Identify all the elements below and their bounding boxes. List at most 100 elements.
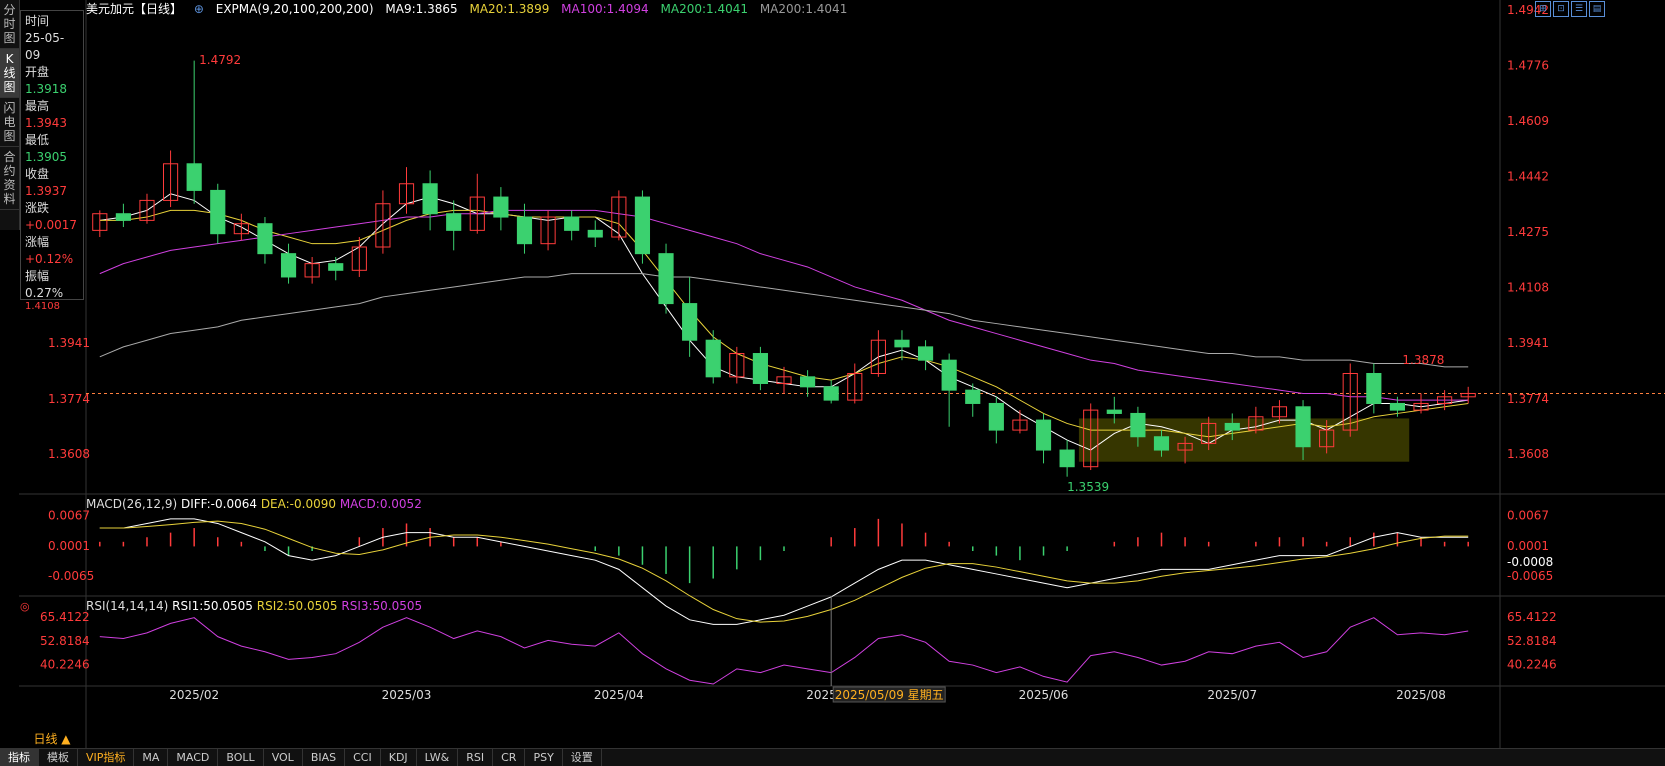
ma200-label-2: MA200:1.4041: [759, 2, 848, 16]
pct-value: +0.12%: [25, 252, 74, 266]
candle-body: [1224, 422, 1240, 431]
candle-body: [516, 216, 533, 245]
candle-body: [941, 359, 957, 391]
macd-tick: -0.0065: [1507, 569, 1553, 583]
indicator-tab-5[interactable]: BOLL: [218, 749, 264, 766]
macd-tick-left: 0.0001: [48, 539, 90, 553]
ma9-label: MA9:1.3865: [385, 2, 458, 16]
indicator-tab-7[interactable]: BIAS: [303, 749, 346, 766]
rsi-tick-left: 52.8184: [40, 634, 90, 648]
ma9-line: [99, 193, 1469, 451]
close-label: 收盘: [25, 167, 50, 181]
chart-canvas[interactable]: 1.49421.47761.46091.44421.42751.41081.39…: [0, 0, 1665, 765]
rsi-title: RSI(14,14,14): [86, 599, 169, 613]
price-tick: 1.4609: [1507, 114, 1549, 128]
candle-body: [328, 263, 344, 271]
indicator-tab-12[interactable]: CR: [493, 749, 526, 766]
indicator-tab-9[interactable]: KDJ: [381, 749, 417, 766]
change-label: 涨跌: [25, 201, 50, 215]
candle-body: [752, 353, 768, 384]
expma-label: EXPMA(9,20,100,200,200): [215, 2, 374, 16]
x-axis-label: 2025/03: [382, 688, 432, 702]
indicator-tab-10[interactable]: LW&: [417, 749, 459, 766]
candle-body: [894, 339, 910, 348]
macd-title: MACD(26,12,9): [86, 497, 178, 511]
low-value: 1.3905: [25, 150, 67, 164]
window-controls: ⊞ ⊡ ☰ ▤: [1535, 1, 1605, 17]
candle-body: [682, 303, 698, 341]
indicator-tab-6[interactable]: VOL: [264, 749, 303, 766]
candle-body: [1295, 406, 1311, 448]
rsi-settings-icon[interactable]: ◎: [20, 600, 30, 613]
x-axis-label: 2025/04: [594, 688, 644, 702]
consolidation-box: [1078, 418, 1410, 462]
ma200-label: MA200:1.4041: [660, 2, 749, 16]
price-tick: 1.4776: [1507, 58, 1549, 72]
candle-body: [210, 189, 226, 235]
expand-icon[interactable]: ⊞: [1535, 1, 1551, 17]
indicator-tab-2[interactable]: VIP指标: [78, 749, 135, 766]
indicator-tab-13[interactable]: PSY: [525, 749, 563, 766]
tab-flash[interactable]: 闪电图: [0, 98, 19, 147]
layout-icon[interactable]: ⊡: [1553, 1, 1569, 17]
candle-body: [1106, 409, 1122, 414]
chart-header: 美元加元【日线】 ⊕ EXPMA(9,20,100,200,200) MA9:1…: [86, 0, 855, 18]
period-selector-button[interactable]: 日线 ▲: [20, 730, 84, 748]
rsi1-label: RSI1:50.0505: [172, 599, 253, 613]
amplitude-label: 振幅: [25, 269, 50, 283]
indicator-tab-1[interactable]: 模板: [39, 749, 78, 766]
rsi-tick: 65.4122: [1507, 610, 1557, 624]
candle-body: [1035, 419, 1052, 451]
macd-tick-left: 0.0067: [48, 509, 90, 523]
macd-dea: DEA:-0.0090: [260, 497, 336, 511]
macd-tick: 0.0067: [1507, 509, 1549, 523]
price-tick: 1.4108: [1507, 281, 1549, 295]
price-tick-left: 1.3608: [48, 447, 90, 461]
x-axis-label: 2025/02: [169, 688, 219, 702]
x-axis-label: 2025/08: [1396, 688, 1446, 702]
panel-icon[interactable]: ▤: [1589, 1, 1605, 17]
price-tick: 1.4275: [1507, 225, 1549, 239]
ma200-line: [99, 273, 1469, 368]
cursor-date-label: 2025/05/09 星期五: [835, 688, 944, 702]
open-value: 1.3918: [25, 82, 67, 96]
price-tick: 1.3941: [1507, 336, 1549, 350]
candle-body: [422, 183, 438, 215]
high-label: 最高: [25, 99, 50, 113]
candle-body: [705, 339, 721, 378]
ma20-label: MA20:1.3899: [469, 2, 550, 16]
indicator-tab-11[interactable]: RSI: [458, 749, 494, 766]
candle-body: [800, 376, 816, 388]
candle-body: [658, 253, 674, 305]
macd-tick-left: -0.0065: [48, 569, 94, 583]
recent-high-annotation: 1.3878: [1402, 353, 1444, 367]
tab-timeshare[interactable]: 分时图: [0, 0, 19, 49]
ma20-line: [99, 209, 1469, 438]
indicator-tab-0[interactable]: 指标: [0, 749, 39, 766]
rsi3-label: RSI3:50.0505: [341, 599, 423, 613]
candle-body: [257, 223, 273, 255]
change-value: +0.0017: [25, 218, 78, 232]
indicator-tab-3[interactable]: MA: [134, 749, 169, 766]
tab-contract-info[interactable]: 合约资料: [0, 147, 19, 210]
time-label: 时间: [25, 14, 50, 28]
candle-body: [823, 386, 839, 401]
rsi-tick: 52.8184: [1507, 634, 1557, 648]
candle-body: [965, 389, 981, 404]
clipped-axis-value: 1.4108: [25, 302, 60, 309]
rsi2-label: RSI2:50.0505: [256, 599, 338, 613]
price-tick-left: 1.3941: [48, 336, 90, 350]
indicator-tab-4[interactable]: MACD: [168, 749, 219, 766]
candle-body: [1130, 412, 1146, 438]
rsi-tick: 40.2246: [1507, 658, 1557, 672]
candle-body: [446, 213, 462, 231]
settings-icon[interactable]: ⊕: [194, 2, 204, 16]
indicator-tab-14[interactable]: 设置: [563, 749, 602, 766]
low-annotation: 1.3539: [1067, 480, 1109, 494]
indicator-tab-bar: 指标 模板 VIP指标 MA MACD BOLL VOL BIAS CCI KDJ LW& RSI CR…: [0, 748, 1665, 766]
macd-diff: DIFF:-0.0064: [180, 497, 257, 511]
tab-kline[interactable]: K线图: [0, 49, 19, 98]
candle-info-box: 时间 25-05-09 开盘 1.3918 最高 1.3943 最低 1.390…: [20, 10, 84, 309]
indicator-tab-8[interactable]: CCI: [345, 749, 381, 766]
list-icon[interactable]: ☰: [1571, 1, 1587, 17]
